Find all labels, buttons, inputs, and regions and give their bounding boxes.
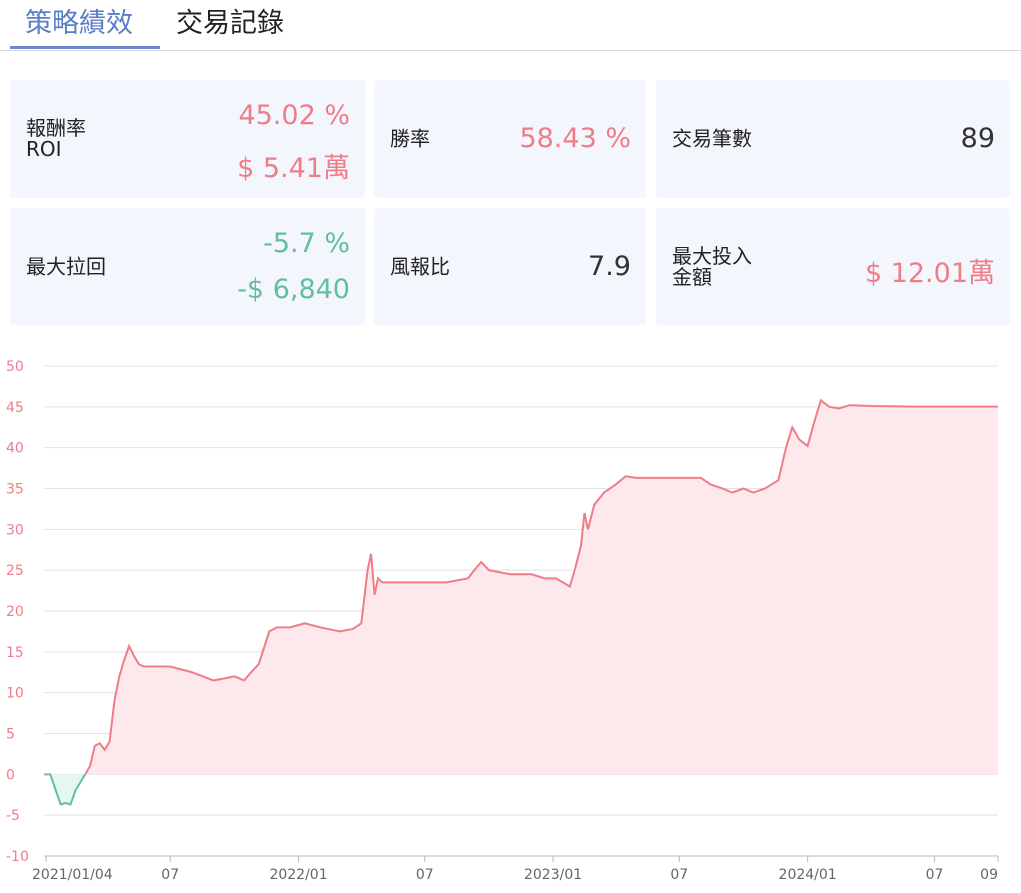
risk-reward-value: 7.9: [588, 251, 631, 282]
x-tick-label: 2021/01/04: [32, 867, 113, 883]
y-tick-label: 40: [6, 441, 24, 457]
tab-trade-records[interactable]: 交易記錄: [176, 4, 284, 44]
x-tick-label: 09: [980, 867, 998, 883]
x-axis: 2021/01/04 07 2022/01 07 2023/01 07 2024/01 07 0…: [32, 855, 999, 883]
y-tick-label: 25: [6, 563, 24, 579]
roi-area-chart: -10-505101520253035404550 2021/01/04 07 20…: [6, 359, 999, 883]
y-tick-label: 35: [6, 482, 24, 498]
y-tick-label: 0: [6, 767, 15, 783]
trade-count-card: 交易筆數 89: [656, 80, 1010, 198]
max-drawdown-label: 最大拉回: [26, 254, 106, 278]
positive-area: [44, 400, 998, 775]
x-tick-label: 2024/01: [779, 867, 837, 883]
roi-card: 報酬率 ROI 45.02 % $ 5.41萬: [10, 80, 365, 198]
trade-count-label: 交易筆數: [672, 126, 752, 151]
risk-reward-label: 風報比: [390, 254, 450, 278]
roi-label: 報酬率 ROI: [26, 118, 86, 160]
y-tick-label: 45: [6, 400, 24, 416]
plot-area: [44, 398, 998, 806]
win-rate-card: 勝率 58.43 %: [374, 80, 646, 198]
y-tick-label: 20: [6, 604, 24, 620]
y-tick-label: 30: [6, 522, 24, 538]
y-tick-label: 15: [6, 645, 24, 661]
win-rate-label: 勝率: [390, 126, 430, 151]
max-drawdown-card: 最大拉回 -5.7 % -$ 6,840: [10, 208, 365, 325]
y-tick-label: -10: [6, 849, 29, 865]
x-tick-label: 07: [926, 867, 944, 883]
tab-strategy-performance[interactable]: 策略績效: [25, 4, 133, 44]
tab-bar: 策略績效 交易記錄: [0, 0, 1021, 51]
x-tick-label: 07: [670, 867, 688, 883]
y-axis: -10 -5 0 5 10 15 20 25 30 35 40 45 50: [6, 359, 29, 865]
roi-label-line2: ROI: [26, 137, 62, 161]
risk-reward-card: 風報比 7.9: [374, 208, 646, 325]
x-tick-label: 2023/01: [524, 867, 582, 883]
y-tick-label: 10: [6, 686, 24, 702]
y-tick-label: 5: [6, 727, 15, 743]
max-drawdown-percent: -5.7 %: [263, 228, 350, 259]
x-tick-label: 07: [416, 867, 434, 883]
win-rate-value: 58.43 %: [519, 123, 631, 154]
roi-amount: $ 5.41萬: [237, 153, 350, 184]
negative-area: [44, 774, 998, 805]
max-investment-label: 最大投入 金額: [672, 243, 752, 289]
x-tick-label: 07: [161, 867, 179, 883]
trade-count-value: 89: [960, 123, 995, 154]
y-tick-label: 50: [6, 359, 24, 375]
max-drawdown-amount: -$ 6,840: [237, 274, 350, 305]
y-tick-label: -5: [6, 808, 20, 824]
max-investment-label-line1: 最大投入: [672, 243, 752, 268]
active-tab-indicator: [10, 46, 160, 49]
x-tick-label: 2022/01: [269, 867, 327, 883]
max-investment-label-line2: 金額: [672, 264, 712, 289]
roi-percent: 45.02 %: [238, 100, 350, 131]
roi-label-line1: 報酬率: [26, 116, 86, 140]
max-investment-card: 最大投入 金額 $ 12.01萬: [656, 208, 1010, 325]
max-investment-value: $ 12.01萬: [864, 258, 995, 289]
